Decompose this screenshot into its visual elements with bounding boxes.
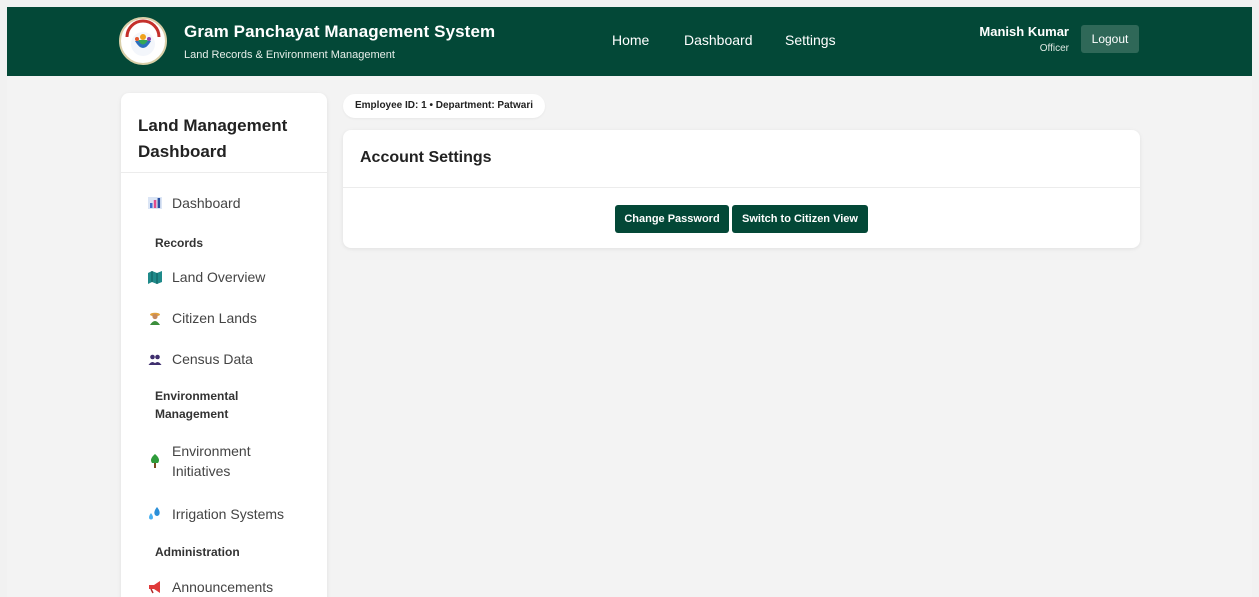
app-window: Gram Panchayat Management System Land Re…: [7, 7, 1252, 597]
sidebar-divider: [121, 172, 327, 173]
employee-info-badge: Employee ID: 1 • Department: Patwari: [343, 94, 545, 118]
droplets-icon: [148, 507, 162, 521]
sidebar-item-environment-initiatives[interactable]: Environment Initiatives: [148, 441, 308, 481]
sidebar-item-label: Irrigation Systems: [172, 506, 285, 522]
sidebar-title: Land Management Dashboard: [138, 116, 288, 161]
app-title: Gram Panchayat Management System: [184, 22, 496, 41]
sidebar-item-dashboard[interactable]: Dashboard: [148, 195, 241, 211]
sidebar-item-irrigation-systems[interactable]: Irrigation Systems: [148, 506, 284, 522]
app-subtitle: Land Records & Environment Management: [184, 49, 395, 61]
sidebar-item-label: Citizen Lands: [172, 310, 257, 326]
change-password-button[interactable]: Change Password: [615, 205, 729, 233]
sidebar-item-announcements[interactable]: Announcements: [148, 579, 273, 595]
sidebar-item-label: Census Data: [172, 351, 253, 367]
gram-panchayat-logo[interactable]: [119, 17, 167, 65]
account-settings-card: Account Settings Change Password Switch …: [343, 130, 1140, 248]
nav-dashboard-link[interactable]: Dashboard: [684, 32, 753, 48]
user-name: Manish Kumar: [979, 24, 1069, 39]
nav-settings-link[interactable]: Settings: [785, 32, 836, 48]
farmer-icon: [148, 311, 162, 325]
sidebar-section-environmental: Environmental Management: [155, 389, 239, 421]
sidebar-item-label: Land Overview: [172, 269, 266, 285]
logo-emblem-icon: [122, 19, 164, 62]
sidebar-section-administration: Administration: [155, 545, 240, 559]
sidebar-item-census-data[interactable]: Census Data: [148, 351, 253, 367]
bar-chart-icon: [148, 196, 162, 210]
card-divider: [343, 187, 1140, 188]
sidebar-item-label: Environment Initiatives: [172, 443, 251, 479]
sidebar-item-label: Announcements: [172, 579, 274, 595]
sidebar-section-records: Records: [155, 236, 204, 250]
card-title: Account Settings: [360, 149, 492, 166]
switch-to-citizen-view-button[interactable]: Switch to Citizen View: [732, 205, 868, 233]
nav-home-link[interactable]: Home: [612, 32, 649, 48]
sidebar-item-citizen-lands[interactable]: Citizen Lands: [148, 310, 257, 326]
sidebar: Land Management Dashboard Dashboard Reco…: [121, 93, 327, 597]
sidebar-item-land-overview[interactable]: Land Overview: [148, 269, 265, 285]
logout-button[interactable]: Logout: [1081, 25, 1139, 53]
user-role: Officer: [1039, 43, 1069, 54]
tree-icon: [148, 454, 162, 468]
map-icon: [148, 270, 162, 284]
sidebar-item-label: Dashboard: [172, 195, 241, 211]
people-icon: [148, 352, 162, 366]
megaphone-icon: [148, 580, 162, 594]
top-header: Gram Panchayat Management System Land Re…: [7, 7, 1252, 76]
